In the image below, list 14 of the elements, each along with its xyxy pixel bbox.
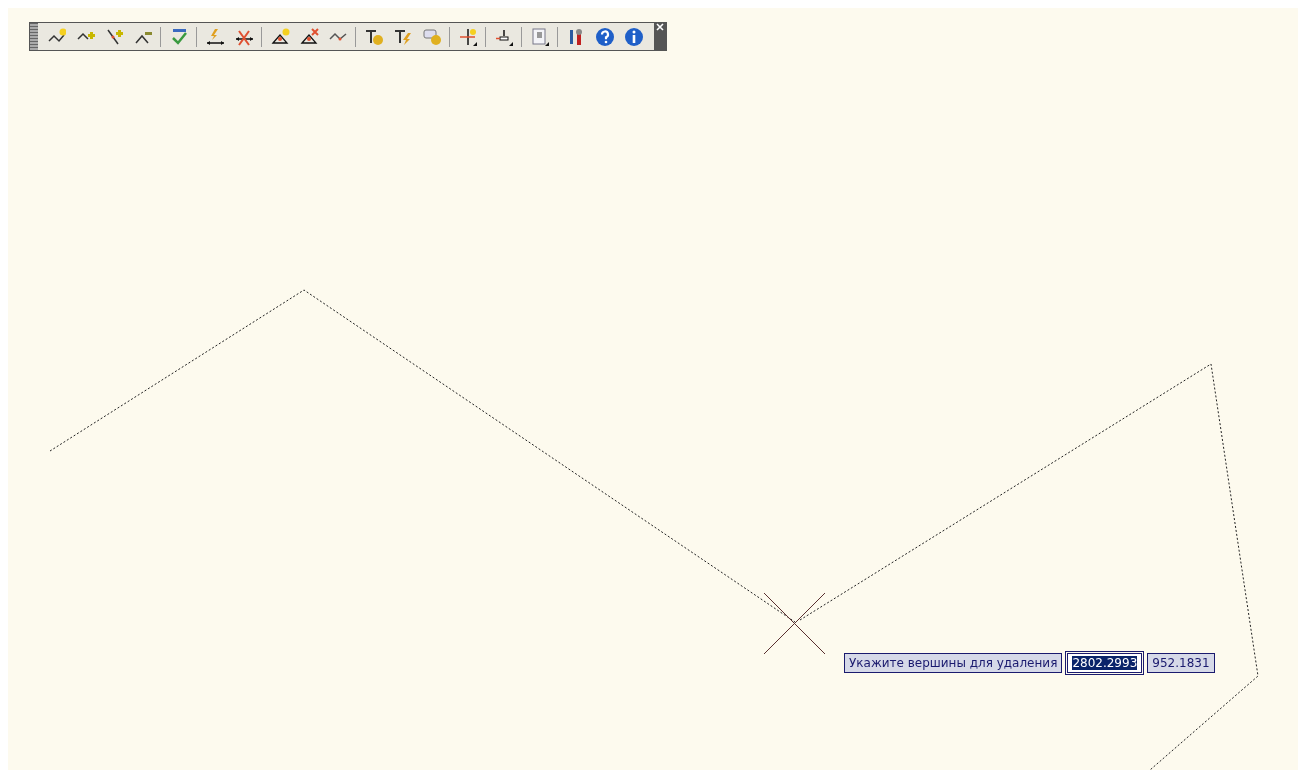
crosshair-cursor <box>763 592 826 655</box>
close-icon <box>656 23 664 31</box>
document-icon <box>529 26 550 47</box>
cross-star-icon <box>457 26 478 47</box>
coordinate-field[interactable]: 2802.2993 <box>1067 653 1143 673</box>
triangle-cross-icon <box>298 26 319 47</box>
lightning-arrow-icon <box>204 26 225 47</box>
info-icon <box>623 26 644 47</box>
toolbar-grip[interactable] <box>30 23 38 50</box>
close-button[interactable] <box>654 23 666 50</box>
command-prompt: Укажите вершины для удаления <box>844 653 1063 673</box>
coordinate-field[interactable]: 952.1831 <box>1147 653 1215 673</box>
help-icon <box>594 26 615 47</box>
triangle-star-icon <box>269 26 290 47</box>
